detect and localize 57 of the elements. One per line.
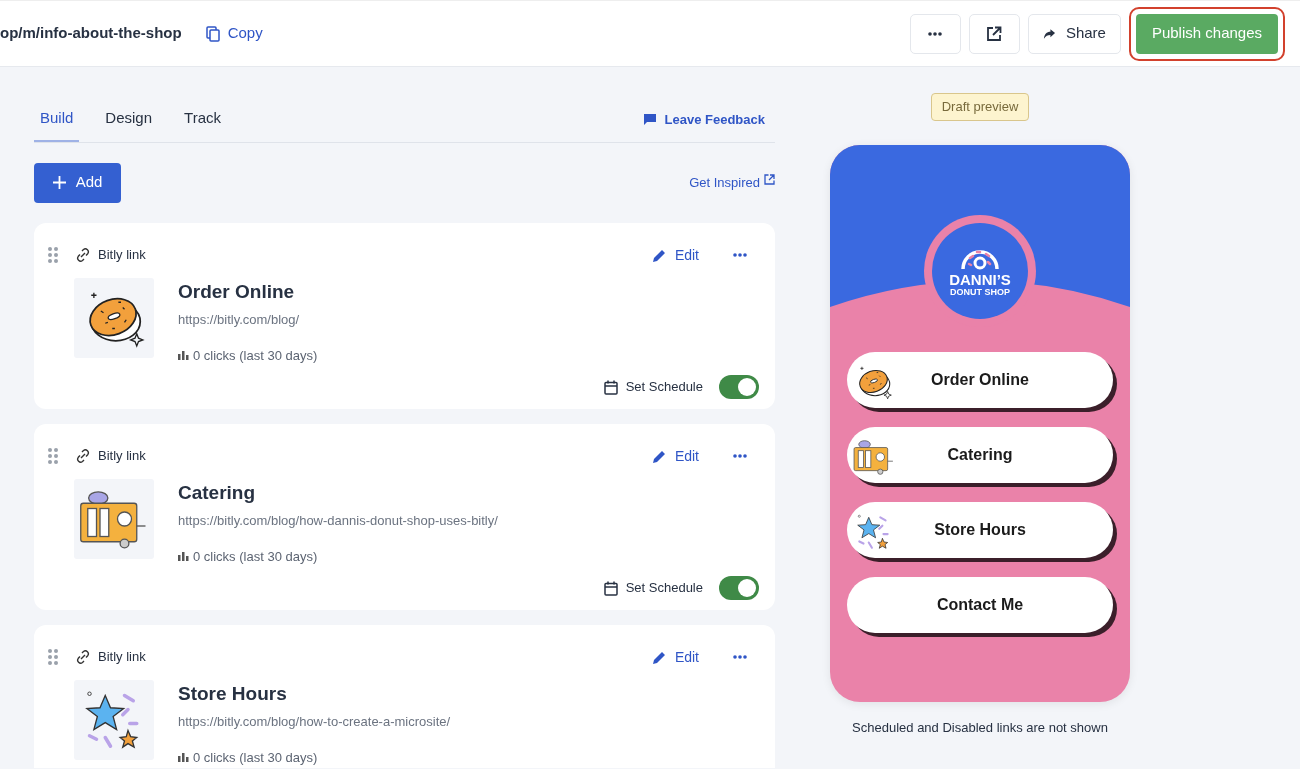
more-icon[interactable] xyxy=(733,655,747,659)
more-icon[interactable] xyxy=(733,454,747,458)
external-link-icon xyxy=(764,174,775,185)
copy-icon xyxy=(205,25,220,42)
draft-preview-badge: Draft preview xyxy=(930,93,1030,121)
share-button[interactable]: Share xyxy=(1027,13,1121,54)
drag-handle-icon[interactable] xyxy=(48,649,58,665)
logo-subtitle: DONUT SHOP xyxy=(950,286,1010,298)
more-icon[interactable] xyxy=(733,253,747,257)
feedback-icon xyxy=(642,113,657,127)
preview-note: Scheduled and Disabled links are not shown xyxy=(852,718,1108,737)
calendar-icon xyxy=(603,379,618,395)
click-count: 0 clicks (last 30 days) xyxy=(193,346,318,365)
toggle-switch[interactable] xyxy=(719,576,759,600)
copy-link[interactable]: Copy xyxy=(205,22,263,45)
link-type-label: Bitly link xyxy=(98,447,146,466)
drag-handle-icon[interactable] xyxy=(48,247,58,263)
microsite-url: op/m/info-about-the-shop xyxy=(0,23,182,44)
plus-icon xyxy=(52,176,66,189)
link-icon xyxy=(76,248,90,262)
link-url: https://bitly.com/blog/how-to-create-a-microsite/ xyxy=(178,713,451,731)
link-title: Store Hours xyxy=(178,681,288,706)
bar-chart-icon xyxy=(178,551,189,562)
click-count: 0 clicks (last 30 days) xyxy=(193,748,318,767)
pencil-icon xyxy=(651,247,667,263)
pencil-icon xyxy=(651,649,667,665)
link-type-label: Bitly link xyxy=(98,648,146,667)
drag-handle-icon[interactable] xyxy=(48,448,58,464)
set-schedule-link[interactable]: Set Schedule xyxy=(603,578,703,598)
pencil-icon xyxy=(651,448,667,464)
tab[interactable]: Track xyxy=(178,107,227,142)
bar-chart-icon xyxy=(178,350,189,361)
link-url: https://bitly.com/blog/ xyxy=(178,311,301,329)
click-count: 0 clicks (last 30 days) xyxy=(193,547,318,566)
link-type-label: Bitly link xyxy=(98,246,146,265)
link-url: https://bitly.com/blog/how-dannis-donut-shop-uses-bitly/ xyxy=(178,512,498,530)
add-button[interactable]: Add xyxy=(34,162,121,203)
edit-link[interactable]: Edit xyxy=(651,244,699,266)
link-icon xyxy=(76,449,90,463)
link-title: Catering xyxy=(178,480,257,505)
toggle-switch[interactable] xyxy=(719,375,759,399)
open-external-button[interactable] xyxy=(968,13,1020,54)
leave-feedback-link[interactable]: Leave Feedback xyxy=(642,110,775,142)
set-schedule-link[interactable]: Set Schedule xyxy=(603,377,703,397)
tab[interactable]: Build xyxy=(34,107,80,142)
edit-link[interactable]: Edit xyxy=(651,445,699,467)
bar-chart-icon xyxy=(178,752,189,763)
external-link-icon xyxy=(986,25,1003,42)
calendar-icon xyxy=(603,580,618,596)
edit-link[interactable]: Edit xyxy=(651,646,699,668)
more-icon xyxy=(928,31,943,36)
get-inspired-link[interactable]: Get Inspired xyxy=(689,172,775,193)
link-icon xyxy=(76,650,90,664)
link-title: Order Online xyxy=(178,279,296,304)
tab[interactable]: Design xyxy=(99,107,159,142)
share-icon xyxy=(1042,27,1056,40)
logo-title: DANNI’S xyxy=(949,271,1011,287)
